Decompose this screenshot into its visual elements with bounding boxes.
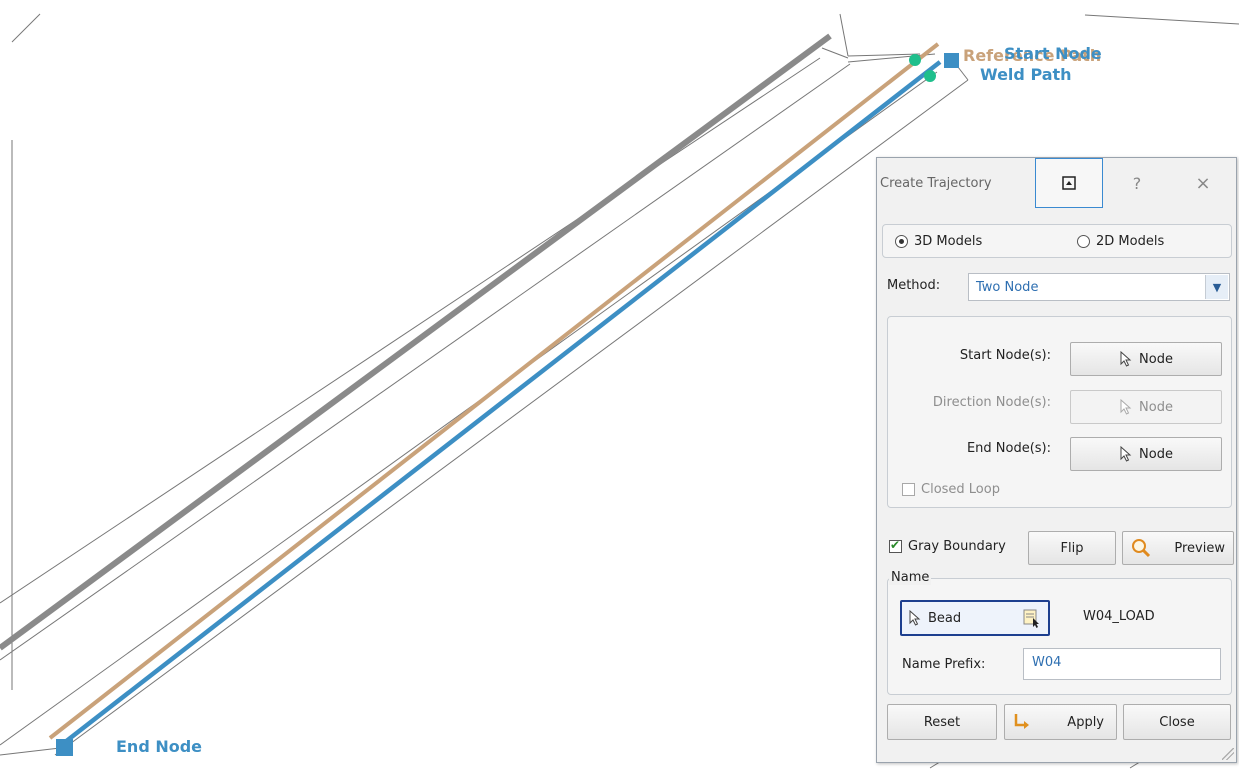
cursor-icon [909,610,921,626]
direction-node-button-label: Node [1139,399,1173,415]
direction-node-field-label: Direction Node(s): [932,395,1051,410]
close-button[interactable]: Close [1123,704,1231,740]
reset-button[interactable]: Reset [887,704,997,740]
start-node-label: Start Node [1004,44,1102,63]
pin-icon [1062,176,1076,190]
resize-grip[interactable] [1222,748,1234,760]
model-type-group: 3D Models 2D Models [882,224,1232,258]
bead-button[interactable]: Bead [900,600,1050,636]
gray-boundary-edge [0,33,832,651]
checkbox-icon [902,483,915,496]
start-node-marker[interactable] [944,53,959,68]
apply-button-label: Apply [1067,714,1104,730]
radio-selected-icon [895,235,908,248]
end-node-field-label: End Node(s): [966,441,1051,456]
start-node-button-label: Node [1139,351,1173,367]
chevron-down-icon: ▼ [1205,275,1228,299]
method-select[interactable]: Two Node ▼ [968,273,1230,301]
end-node-label: End Node [116,737,203,756]
apply-arrow-icon [1014,714,1029,729]
end-node-button-label: Node [1139,446,1173,462]
preview-button[interactable]: Preview [1122,531,1234,565]
flip-button-label: Flip [1060,540,1084,556]
method-label: Method: [887,278,941,293]
name-group-legend: Name [889,570,932,585]
note-cursor-icon [1023,609,1039,628]
checkbox-checked-icon [889,538,902,553]
cursor-icon [1120,399,1132,415]
magnifier-icon [1132,539,1151,558]
closed-loop-label: Closed Loop [921,482,1000,497]
name-prefix-input[interactable]: W04 [1023,648,1221,680]
start-node-button[interactable]: Node [1070,342,1222,376]
name-prefix-label: Name Prefix: [902,657,986,672]
reset-button-label: Reset [923,714,961,730]
cursor-icon [1120,351,1132,367]
name-prefix-value: W04 [1032,655,1062,670]
apply-button[interactable]: Apply [1004,704,1117,740]
flip-button[interactable]: Flip [1028,531,1116,565]
weld-path-label: Weld Path [980,65,1072,84]
start-node-field-label: Start Node(s): [959,348,1051,363]
weld-path-line[interactable] [58,60,942,748]
node-selection-group: Start Node(s): Node Direction Node(s): N… [887,316,1232,508]
start-direction-marker-2 [924,70,936,82]
cursor-icon [1120,446,1132,462]
dialog-title: Create Trajectory [880,176,992,191]
method-value: Two Node [976,280,1039,295]
name-value: W04_LOAD [1083,609,1155,624]
close-icon[interactable]: × [1173,158,1233,208]
radio-3d-models[interactable]: 3D Models [895,234,982,249]
end-node-marker[interactable] [56,739,73,756]
gray-boundary-checkbox[interactable]: Gray Boundary [889,538,1006,554]
bead-button-label: Bead [928,610,962,626]
radio-unselected-icon [1077,235,1090,248]
reference-path-line[interactable] [48,42,940,740]
direction-node-button[interactable]: Node [1070,390,1222,424]
create-trajectory-dialog: Create Trajectory ? × 3D Models 2D Model… [876,157,1237,763]
closed-loop-checkbox[interactable]: Closed Loop [902,482,1000,497]
radio-2d-label: 2D Models [1096,234,1165,249]
name-group: Bead W04_LOAD Name Prefix: W04 [887,578,1232,695]
end-node-button[interactable]: Node [1070,437,1222,471]
preview-button-label: Preview [1174,540,1225,556]
radio-3d-label: 3D Models [914,234,983,249]
close-button-label: Close [1159,714,1195,730]
gray-boundary-label: Gray Boundary [908,539,1006,554]
radio-2d-models[interactable]: 2D Models [1077,234,1164,249]
dialog-titlebar[interactable]: Create Trajectory ? × [877,158,1236,210]
start-direction-marker [909,54,921,66]
help-button[interactable]: ? [1107,158,1167,208]
pin-dialog-button[interactable] [1035,158,1103,208]
